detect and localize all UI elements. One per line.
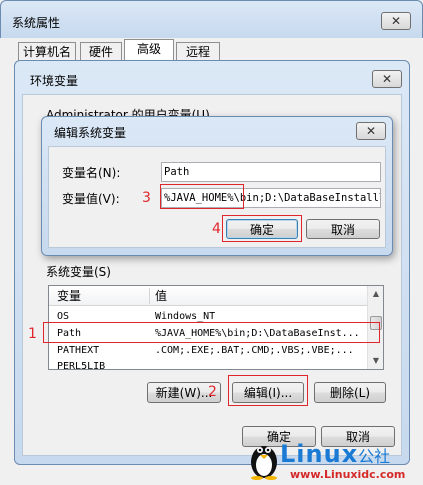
annotation-number-1: 1	[28, 326, 37, 342]
table-row[interactable]: PERL5LIB	[49, 359, 369, 370]
annotation-box-edit-button	[228, 375, 308, 406]
annotation-number-2: 2	[208, 384, 217, 400]
edit-dialog-cancel-button[interactable]: 取消	[306, 219, 380, 239]
scroll-down-icon[interactable]: ▼	[368, 354, 383, 368]
annotation-number-3: 3	[142, 190, 151, 206]
penguin-logo-icon	[248, 438, 280, 480]
variable-value-label: 变量值(V):	[62, 192, 120, 206]
row-variable: PERL5LIB	[57, 361, 106, 370]
tab-advanced[interactable]: 高级	[124, 39, 174, 61]
row-variable: PATHEXT	[57, 345, 100, 356]
column-divider	[149, 288, 150, 304]
system-properties-titlebar	[0, 0, 423, 38]
list-header: 变量 值	[49, 286, 369, 306]
system-properties-title: 系统属性	[12, 16, 61, 30]
environment-variables-close-icon[interactable]: ✕	[372, 70, 402, 88]
edit-dialog-close-icon[interactable]: ✕	[356, 122, 386, 140]
edit-dialog-title: 编辑系统变量	[54, 126, 127, 140]
tab-computer-name[interactable]: 计算机名	[18, 42, 76, 62]
system-properties-close-icon[interactable]: ✕	[381, 12, 411, 30]
annotation-number-4: 4	[212, 221, 221, 237]
annotation-box-java-home	[160, 184, 244, 209]
scroll-up-icon[interactable]: ▲	[368, 287, 383, 301]
system-variables-label: 系统变量(S)	[46, 265, 111, 279]
delete-variable-button[interactable]: 删除(L)	[314, 382, 386, 403]
environment-variables-title: 环境变量	[30, 74, 79, 88]
tab-remote[interactable]: 远程	[176, 42, 220, 62]
variable-name-input[interactable]: Path	[161, 162, 381, 182]
annotation-box-ok-button	[222, 215, 302, 242]
table-row[interactable]: PATHEXT .COM;.EXE;.BAT;.CMD;.VBS;.VBE;..…	[49, 343, 369, 358]
watermark-url: www.Linuxidc.com	[290, 468, 406, 481]
column-header-variable[interactable]: 变量	[57, 286, 81, 306]
row-value: .COM;.EXE;.BAT;.CMD;.VBS;.VBE;...	[155, 345, 354, 356]
tab-hardware[interactable]: 硬件	[80, 42, 122, 62]
variable-name-label: 变量名(N):	[62, 166, 121, 180]
watermark-brand: Linux公社	[280, 440, 391, 468]
annotation-box-path-row	[43, 322, 380, 343]
column-header-value[interactable]: 值	[155, 286, 167, 306]
